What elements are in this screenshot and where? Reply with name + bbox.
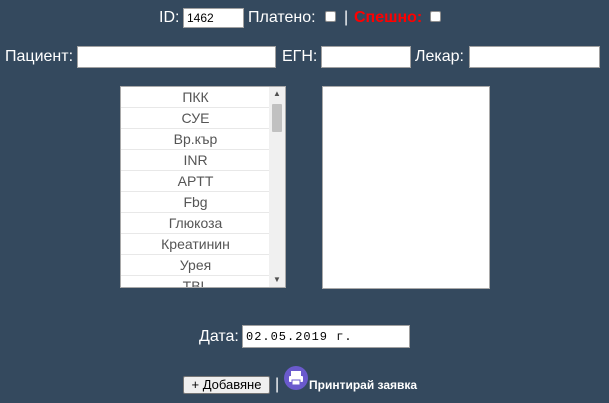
print-request-link[interactable]: Принтирай заявка (309, 378, 417, 392)
urgent-checkbox[interactable] (430, 11, 441, 22)
test-option[interactable]: Глюкоза (121, 213, 270, 234)
doctor-label: Лекар: (415, 48, 464, 65)
paid-label: Платено: (248, 9, 316, 26)
selected-tests-box[interactable] (322, 86, 490, 289)
test-option[interactable]: Вр.кър (121, 129, 270, 150)
header-separator: | (344, 9, 349, 26)
add-button[interactable]: + Добавяне (183, 376, 270, 394)
date-label: Дата: (199, 328, 239, 345)
test-option[interactable]: INR (121, 150, 270, 171)
egn-field[interactable] (321, 46, 411, 68)
tests-listbox[interactable]: ПКК СУЕ Вр.кър INR APTT Fbg Глюкоза Креа… (120, 86, 286, 288)
test-option[interactable]: ПКК (121, 87, 270, 108)
scroll-down-arrow-icon[interactable]: ▼ (269, 273, 285, 287)
test-option[interactable]: Fbg (121, 192, 270, 213)
patient-label: Пациент: (5, 48, 74, 65)
test-option[interactable]: APTT (121, 171, 270, 192)
id-field[interactable] (183, 8, 244, 28)
patient-field[interactable] (77, 46, 276, 68)
scroll-thumb[interactable] (272, 104, 282, 132)
test-option[interactable]: TBL (121, 276, 270, 287)
test-option[interactable]: СУЕ (121, 108, 270, 129)
tests-scrollbar[interactable]: ▲ ▼ (269, 87, 285, 287)
printer-icon[interactable] (284, 366, 308, 390)
paid-checkbox[interactable] (325, 11, 336, 22)
test-option[interactable]: Креатинин (121, 234, 270, 255)
actions-separator: | (275, 376, 280, 393)
egn-label: ЕГН: (282, 48, 318, 65)
doctor-field[interactable] (469, 46, 600, 68)
test-option[interactable]: Урея (121, 255, 270, 276)
date-field[interactable] (242, 325, 410, 348)
urgent-label: Спешно: (354, 9, 423, 26)
id-label: ID: (159, 9, 180, 26)
scroll-up-arrow-icon[interactable]: ▲ (269, 87, 285, 101)
